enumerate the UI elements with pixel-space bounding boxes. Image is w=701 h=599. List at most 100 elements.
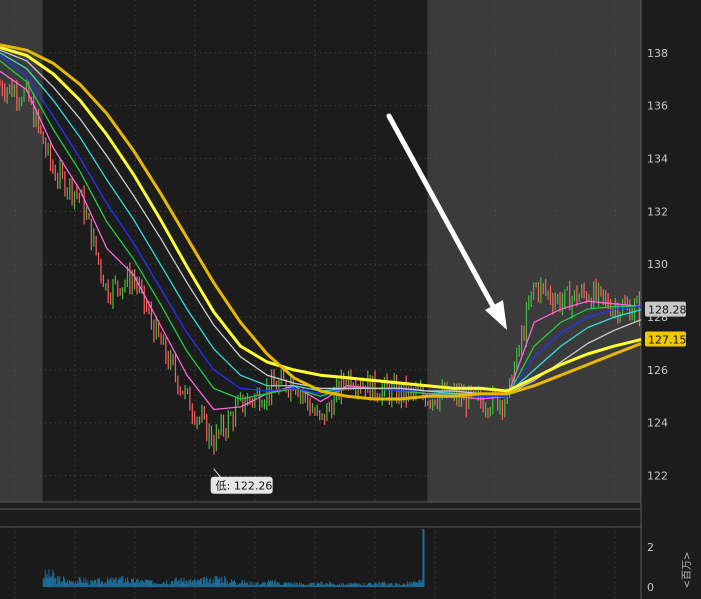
volume-bar [259, 584, 261, 587]
volume-bar [133, 578, 135, 587]
volume-bar [332, 584, 334, 587]
volume-bar [312, 583, 314, 587]
volume-bar [231, 579, 233, 587]
volume-bar [52, 569, 54, 587]
volume-bar [392, 584, 394, 587]
volume-bar [372, 585, 374, 587]
volume-bar [268, 580, 270, 587]
volume-bar [408, 581, 410, 587]
volume-bar [141, 579, 143, 587]
low-label: 低: 122.26 [216, 480, 273, 493]
volume-bar [286, 582, 288, 587]
volume-bar [82, 582, 84, 587]
volume-bar [329, 581, 331, 587]
volume-bar [303, 585, 305, 587]
volume-bar [406, 581, 408, 587]
volume-bar [369, 582, 371, 587]
volume-bar [293, 584, 295, 587]
volume-bar [398, 583, 400, 587]
volume-bar [385, 585, 387, 587]
volume-bar [266, 585, 268, 587]
volume-bar [215, 576, 217, 587]
volume-bar [413, 581, 415, 587]
volume-bar [383, 581, 385, 587]
volume-bar [70, 581, 72, 587]
volume-bar [416, 584, 418, 587]
volume-bar [288, 581, 290, 587]
volume-bar [116, 583, 118, 587]
volume-bar [325, 582, 327, 587]
volume-bar [168, 583, 170, 587]
volume-bar [61, 581, 63, 587]
volume-bar [343, 584, 345, 587]
price-tick-label: 124 [647, 417, 668, 430]
volume-bar [250, 585, 252, 587]
volume-bar [319, 584, 321, 587]
volume-bar [185, 580, 187, 587]
volume-bar [107, 580, 109, 587]
volume-bar [89, 584, 91, 587]
volume-bar [414, 581, 416, 587]
volume-bar [364, 584, 366, 587]
volume-bar [402, 583, 404, 587]
volume-bar [420, 582, 422, 587]
volume-bar [283, 582, 285, 587]
volume-bar [65, 582, 67, 587]
volume-bar [75, 584, 77, 587]
volume-bar [394, 585, 396, 587]
volume-bar [281, 585, 283, 587]
volume-bar [347, 585, 349, 587]
afterhours-shade [427, 0, 641, 502]
volume-bar [127, 577, 129, 587]
volume-bar [90, 579, 92, 587]
volume-bar [165, 584, 167, 587]
volume-bar [274, 579, 276, 587]
volume-bar [285, 582, 287, 587]
volume-bar [277, 581, 279, 587]
price-tick-label: 132 [647, 205, 668, 218]
volume-bar [362, 585, 364, 587]
volume-bar [110, 577, 112, 587]
volume-bar [212, 578, 214, 587]
volume-bar [284, 582, 286, 587]
volume-bar [201, 584, 203, 587]
volume-bar [88, 584, 90, 587]
volume-bar [153, 582, 155, 587]
volume-bar [217, 579, 219, 587]
volume-bar [262, 582, 264, 587]
volume-bar [278, 583, 280, 587]
volume-bar [282, 584, 284, 587]
volume-bar [66, 579, 68, 587]
volume-tick-label: 2 [647, 541, 654, 554]
volume-bar [305, 585, 307, 587]
volume-bar [227, 580, 229, 587]
volume-bar [103, 583, 105, 587]
volume-bar [91, 581, 93, 587]
volume-bar [275, 583, 277, 587]
volume-bar [177, 580, 179, 587]
volume-bar [350, 582, 352, 587]
volume-bar [337, 585, 339, 587]
volume-bar [358, 582, 360, 587]
volume-bar [131, 578, 133, 587]
volume-bar [308, 584, 310, 587]
volume-bar [315, 585, 317, 587]
volume-bar [258, 584, 260, 587]
volume-bar [388, 583, 390, 587]
volume-bar [279, 584, 281, 587]
volume-bar [405, 584, 407, 587]
volume-bar [42, 577, 44, 587]
volume-bar [236, 584, 238, 587]
volume-bar [92, 580, 94, 587]
volume-bar [359, 584, 361, 587]
volume-bar [373, 583, 375, 587]
volume-bar [353, 583, 355, 587]
volume-bar [230, 582, 232, 587]
volume-bar [199, 580, 201, 587]
volume-bar [304, 584, 306, 587]
volume-bar [313, 582, 315, 587]
volume-bar [252, 585, 254, 587]
volume-bar [213, 582, 215, 587]
volume-bar [124, 582, 126, 587]
volume-bar [336, 584, 338, 587]
